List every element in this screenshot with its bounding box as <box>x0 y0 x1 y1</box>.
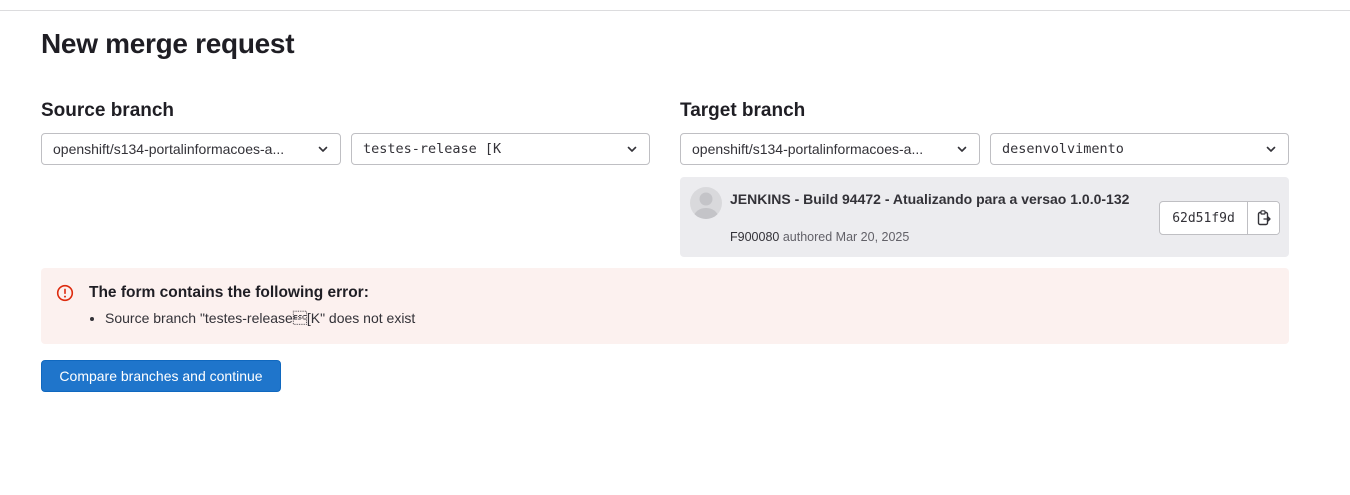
target-project-value: openshift/s134-portalinformacoes-a... <box>692 141 924 157</box>
copy-sha-button[interactable] <box>1248 202 1279 234</box>
error-alert: The form contains the following error: S… <box>41 268 1289 344</box>
error-list: Source branch "testes-release[K" does n… <box>89 309 415 327</box>
source-project-dropdown[interactable]: openshift/s134-portalinformacoes-a... <box>41 133 341 165</box>
avatar <box>690 187 722 219</box>
chevron-down-icon <box>955 142 969 156</box>
latest-commit-card: JENKINS - Build 94472 - Atualizando para… <box>680 177 1289 257</box>
commit-sha[interactable]: 62d51f9d <box>1160 202 1248 234</box>
chevron-down-icon <box>1264 142 1278 156</box>
target-branch-dropdown[interactable]: desenvolvimento <box>990 133 1289 165</box>
target-project-dropdown[interactable]: openshift/s134-portalinformacoes-a... <box>680 133 980 165</box>
target-branch-heading: Target branch <box>680 100 806 121</box>
chevron-down-icon <box>316 142 330 156</box>
commit-sha-group: 62d51f9d <box>1159 201 1280 235</box>
clipboard-icon <box>1257 210 1271 226</box>
page-title: New merge request <box>41 28 295 59</box>
commit-meta: F900080 authored Mar 20, 2025 <box>730 230 909 244</box>
chevron-down-icon <box>625 142 639 156</box>
commit-title-link[interactable]: JENKINS - Build 94472 - Atualizando para… <box>730 189 1130 209</box>
commit-author-link[interactable]: F900080 <box>730 230 779 244</box>
source-project-value: openshift/s134-portalinformacoes-a... <box>53 141 285 157</box>
error-title: The form contains the following error: <box>89 284 369 301</box>
error-item: Source branch "testes-release[K" does n… <box>105 309 415 327</box>
source-branch-value: testes-release [K <box>363 141 502 157</box>
source-branch-dropdown[interactable]: testes-release [K <box>351 133 650 165</box>
source-branch-heading: Source branch <box>41 100 175 121</box>
commit-authored-date: authored Mar 20, 2025 <box>782 230 910 244</box>
top-divider <box>0 10 1350 11</box>
error-circle-icon <box>56 284 74 302</box>
target-branch-value: desenvolvimento <box>1002 141 1124 157</box>
compare-branches-button[interactable]: Compare branches and continue <box>41 360 281 392</box>
